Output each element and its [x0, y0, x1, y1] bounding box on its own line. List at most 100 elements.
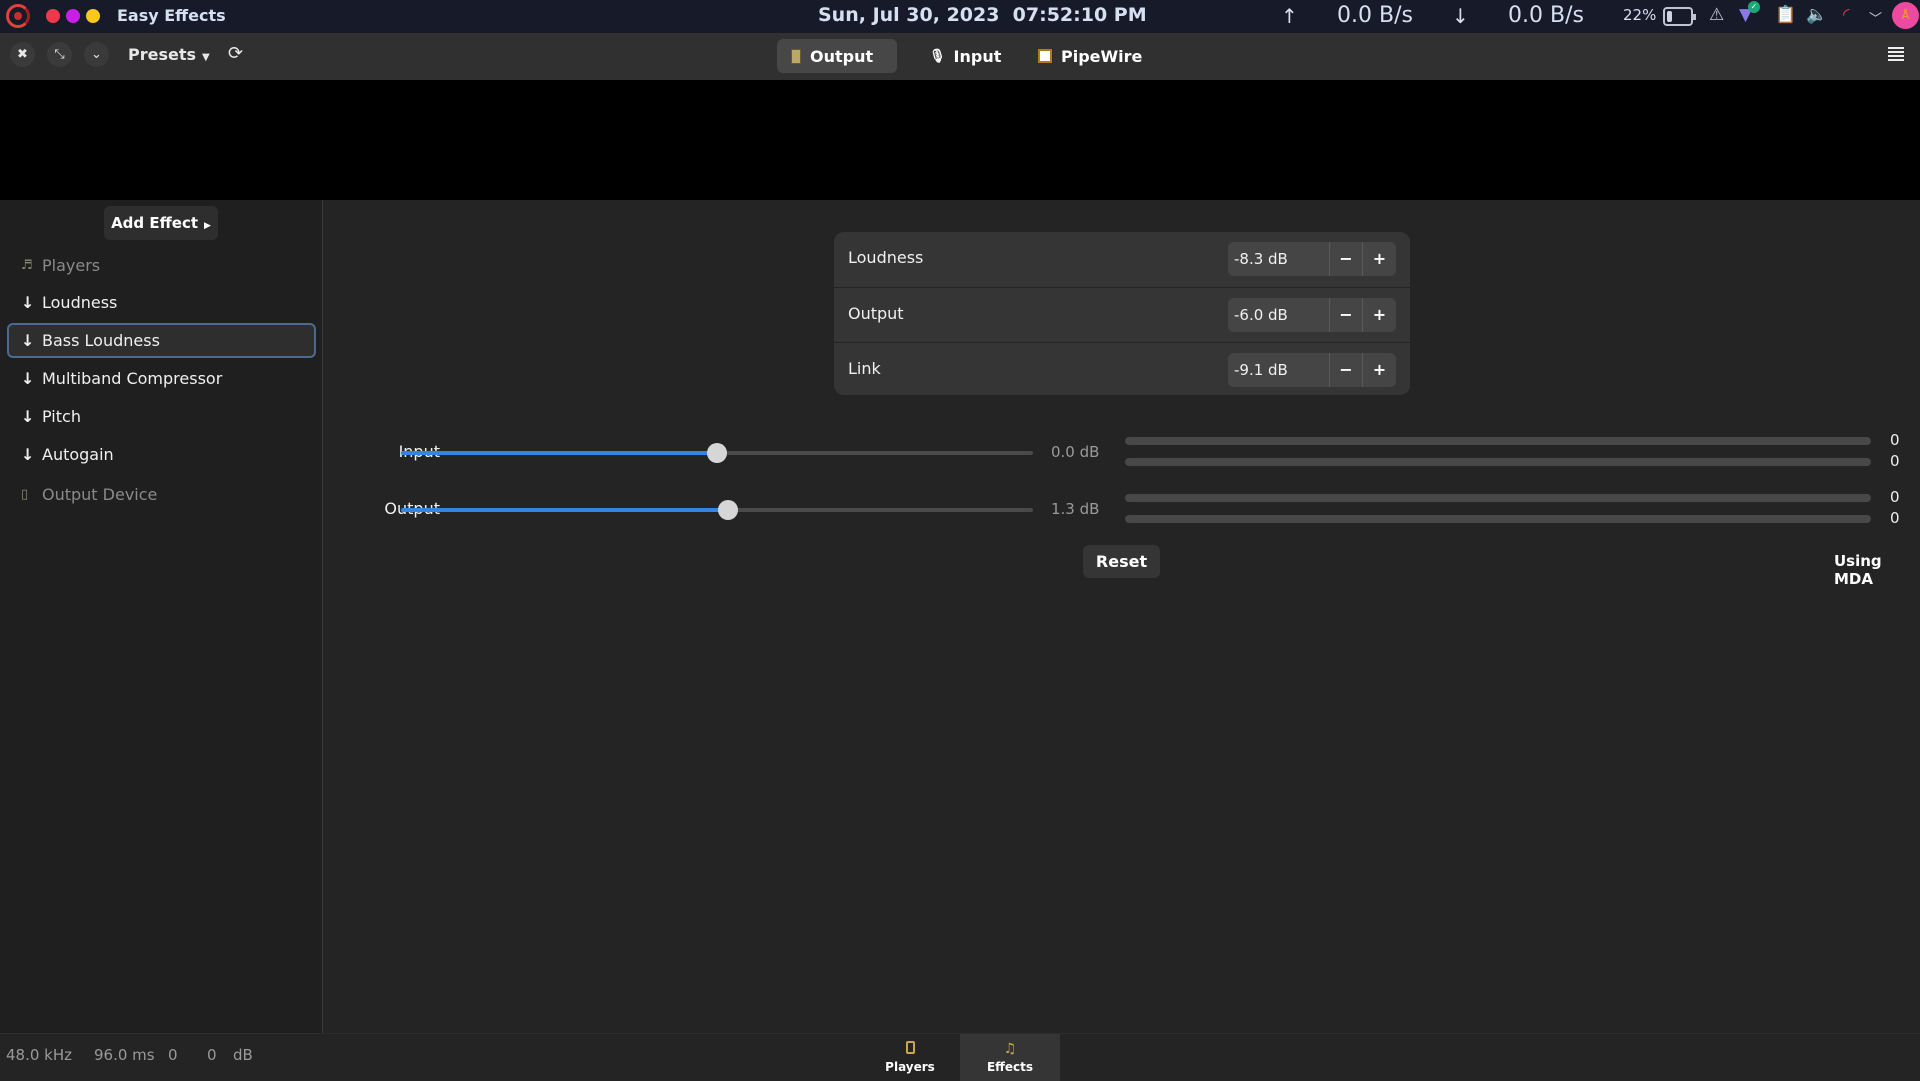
network-icon[interactable]: ◜	[1843, 5, 1850, 25]
output-gain-row: Output 1.3 dB	[320, 495, 1100, 525]
param-row-link: Link -9.1 dB − +	[834, 342, 1410, 395]
sidebar-item-autogain[interactable]: ↓ Autogain	[7, 437, 316, 472]
slider-fill	[401, 451, 717, 455]
unmaximize-button[interactable]: ⤡	[47, 42, 72, 67]
effects-sidebar: Add Effect ▶ ♬ Players ↓ Loudness ↓ Bass …	[0, 200, 323, 1033]
players-icon: ♬	[21, 258, 33, 273]
link-value-input[interactable]: -9.1 dB	[1228, 353, 1330, 387]
level-left: 0	[168, 1046, 178, 1064]
user-avatar[interactable]: Å	[1892, 2, 1919, 29]
presets-menu-button[interactable]: Presets ▼	[128, 45, 210, 64]
increment-button[interactable]: +	[1363, 298, 1396, 332]
distro-logo-icon[interactable]	[6, 4, 30, 28]
input-level-meter-right	[1125, 458, 1871, 466]
output-spinbutton[interactable]: -6.0 dB − +	[1228, 298, 1396, 332]
output-level-right-value: 0	[1890, 509, 1900, 527]
caret-right-icon: ▶	[204, 221, 211, 231]
backend-label: Using MDA	[1834, 552, 1882, 588]
tab-output-label: Output	[810, 46, 874, 66]
loudness-value-input[interactable]: -8.3 dB	[1228, 242, 1330, 276]
output-level-meter-right	[1125, 515, 1871, 523]
param-label: Output	[848, 304, 904, 323]
hamburger-menu-icon[interactable]	[1888, 47, 1904, 61]
minimize-window-dot[interactable]	[86, 9, 100, 23]
bass-loudness-params-card: Loudness -8.3 dB − + Output -6.0 dB − + …	[834, 232, 1410, 395]
bottom-tab-effects[interactable]: ♫ Effects	[960, 1034, 1060, 1081]
output-gain-value: 1.3 dB	[1051, 500, 1100, 518]
output-level-left-value: 0	[1890, 488, 1900, 506]
sidebar-item-label: Players	[42, 256, 101, 275]
tab-input[interactable]: 🎙 Input	[915, 39, 1015, 73]
sidebar-item-loudness[interactable]: ↓ Loudness	[7, 285, 316, 320]
maximize-window-dot[interactable]	[66, 9, 80, 23]
speaker-icon	[791, 48, 801, 64]
add-effect-button[interactable]: Add Effect ▶	[104, 206, 218, 240]
download-arrow-icon: ↓	[1452, 4, 1469, 28]
link-spinbutton[interactable]: -9.1 dB − +	[1228, 353, 1396, 387]
level-unit: dB	[233, 1046, 253, 1064]
app-headerbar: ✖ ⤡ ⌄ Presets ▼ ⟳ Output 🎙 Input PipeWire	[0, 33, 1920, 80]
active-app-title: Easy Effects	[117, 6, 226, 25]
battery-icon[interactable]	[1663, 7, 1696, 26]
bottom-tab-players[interactable]: Players	[860, 1034, 960, 1081]
decrement-button[interactable]: −	[1330, 242, 1363, 276]
tab-output[interactable]: Output	[777, 39, 897, 73]
arrow-down-icon: ↓	[21, 293, 35, 312]
output-level-meter-left	[1125, 494, 1871, 502]
notification-icon[interactable]: ⚠	[1709, 5, 1724, 25]
arrow-down-icon: ↓	[21, 331, 35, 350]
clock[interactable]: Sun, Jul 30, 2023 07:52:10 PM	[818, 4, 1147, 26]
sidebar-item-label: Loudness	[42, 293, 118, 312]
param-row-loudness: Loudness -8.3 dB − +	[834, 232, 1410, 287]
level-right: 0	[207, 1046, 217, 1064]
slider-handle[interactable]	[707, 443, 727, 463]
sidebar-item-players[interactable]: ♬ Players	[7, 248, 316, 283]
close-button[interactable]: ✖	[10, 42, 35, 67]
sidebar-item-multiband-compressor[interactable]: ↓ Multiband Compressor	[7, 361, 316, 396]
sidebar-item-label: Output Device	[42, 485, 158, 504]
param-row-output: Output -6.0 dB − +	[834, 287, 1410, 342]
bypass-toggle-icon[interactable]: ⟳	[228, 43, 243, 64]
clipboard-icon[interactable]: 📋	[1775, 5, 1796, 25]
volume-icon[interactable]: 🔈	[1806, 5, 1827, 25]
download-rate: 0.0 B/s	[1508, 3, 1584, 28]
minimize-button[interactable]: ⌄	[84, 42, 109, 67]
microphone-icon: 🎙	[929, 48, 946, 64]
sidebar-item-label: Autogain	[42, 445, 114, 464]
sidebar-item-pitch[interactable]: ↓ Pitch	[7, 399, 316, 434]
increment-button[interactable]: +	[1363, 242, 1396, 276]
presets-label: Presets	[128, 45, 197, 64]
speaker-icon: ▯	[21, 487, 29, 502]
sidebar-item-output-device[interactable]: ▯ Output Device	[7, 477, 316, 512]
system-top-bar: Easy Effects Sun, Jul 30, 2023 07:52:10 …	[0, 0, 1920, 33]
increment-button[interactable]: +	[1363, 353, 1396, 387]
add-effect-label: Add Effect	[111, 214, 199, 232]
output-value-input[interactable]: -6.0 dB	[1228, 298, 1330, 332]
chevron-down-icon[interactable]: ﹀	[1869, 8, 1882, 27]
decrement-button[interactable]: −	[1330, 298, 1363, 332]
sidebar-item-label: Bass Loudness	[42, 331, 160, 350]
phone-icon	[860, 1041, 960, 1057]
sidebar-item-label: Multiband Compressor	[42, 369, 223, 388]
input-level-right-value: 0	[1890, 452, 1900, 470]
input-gain-slider[interactable]	[401, 443, 1033, 463]
tab-pipewire[interactable]: PipeWire	[1024, 39, 1156, 73]
reset-button[interactable]: Reset	[1083, 545, 1160, 578]
tab-pipewire-label: PipeWire	[1061, 46, 1143, 66]
sidebar-item-bass-loudness[interactable]: ↓ Bass Loudness	[7, 323, 316, 358]
upload-arrow-icon: ↑	[1281, 4, 1298, 28]
output-gain-slider[interactable]	[401, 500, 1033, 520]
slider-handle[interactable]	[717, 500, 738, 520]
loudness-spinbutton[interactable]: -8.3 dB − +	[1228, 242, 1396, 276]
close-window-dot[interactable]	[46, 9, 60, 23]
input-level-meter-left	[1125, 437, 1871, 445]
bottom-tab-label: Players	[885, 1060, 935, 1074]
sample-rate: 48.0 kHz	[6, 1046, 73, 1064]
pipewire-icon	[1038, 49, 1052, 63]
bottom-tab-label: Effects	[986, 1060, 1034, 1074]
decrement-button[interactable]: −	[1330, 353, 1363, 387]
caret-down-icon: ▼	[202, 52, 210, 63]
slider-fill	[401, 508, 728, 512]
music-note-icon: ♫	[1003, 1041, 1017, 1057]
vpn-check-icon[interactable]: ▼ ✓	[1739, 1, 1760, 25]
